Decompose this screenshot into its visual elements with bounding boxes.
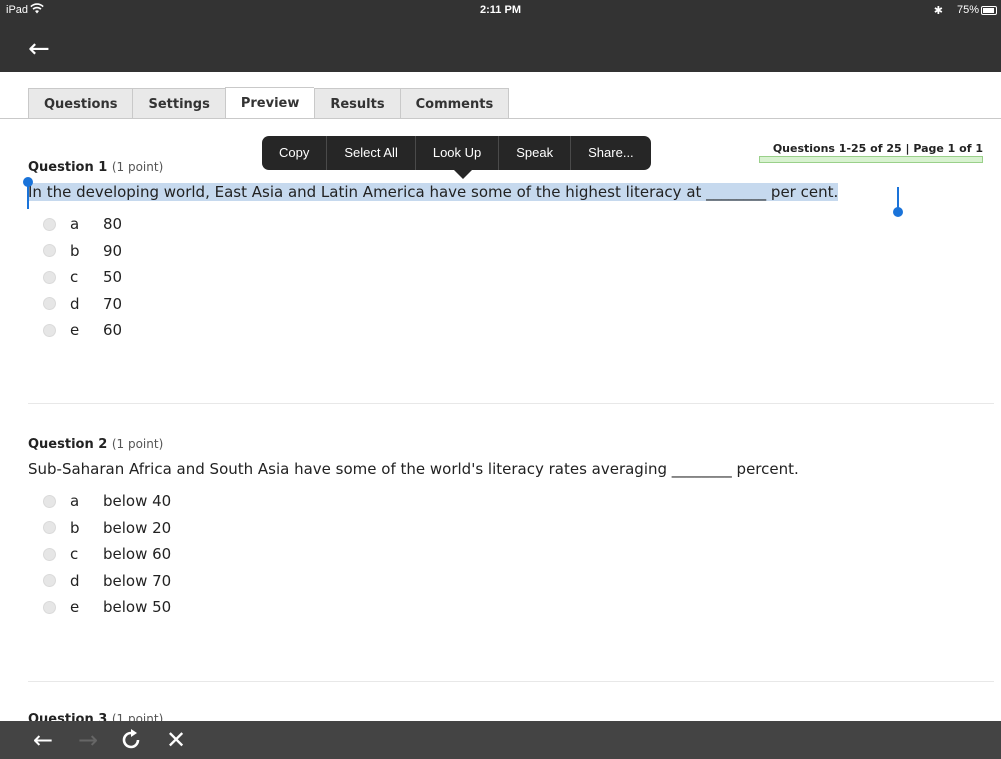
question-2: Question 2 (1 point) Sub-Saharan Africa … xyxy=(28,437,988,621)
option-b[interactable]: b 90 xyxy=(28,238,988,265)
tab-comments[interactable]: Comments xyxy=(399,88,510,119)
option-value: 90 xyxy=(103,241,123,260)
option-letter: a xyxy=(70,492,80,511)
share-menu-item[interactable]: Share... xyxy=(570,136,651,170)
option-value: below 50 xyxy=(103,598,172,617)
question-text-selected[interactable]: In the developing world, East Asia and L… xyxy=(28,183,839,201)
option-a[interactable]: a 80 xyxy=(28,211,988,238)
radio-button[interactable] xyxy=(43,217,56,231)
option-letter: e xyxy=(70,321,80,340)
tab-settings[interactable]: Settings xyxy=(132,88,225,119)
option-letter: c xyxy=(70,545,79,564)
look-up-menu-item[interactable]: Look Up xyxy=(414,136,498,170)
selection-end-caret xyxy=(897,187,899,209)
status-bar: iPad 2:11 PM ✱ 75% xyxy=(0,0,1001,20)
option-value: below 60 xyxy=(103,545,172,564)
radio-button[interactable] xyxy=(43,574,56,588)
option-value: 80 xyxy=(103,215,123,234)
option-letter: b xyxy=(70,518,80,537)
select-all-menu-item[interactable]: Select All xyxy=(326,136,414,170)
option-d[interactable]: d 70 xyxy=(28,291,988,318)
browser-toolbar: ← → ✕ xyxy=(0,721,1001,759)
question-1: Question 1 (1 point) In the developing w… xyxy=(28,160,988,344)
option-e[interactable]: e 60 xyxy=(28,317,988,344)
option-value: below 70 xyxy=(103,571,172,590)
bluetooth-icon: ✱ xyxy=(933,5,943,17)
radio-button[interactable] xyxy=(43,600,56,614)
option-letter: a xyxy=(70,215,80,234)
copy-menu-item[interactable]: Copy xyxy=(262,136,326,170)
radio-button[interactable] xyxy=(43,244,56,258)
tab-questions[interactable]: Questions xyxy=(28,88,133,119)
selection-start-caret xyxy=(27,185,29,209)
radio-button[interactable] xyxy=(43,521,56,535)
speak-menu-item[interactable]: Speak xyxy=(498,136,570,170)
option-d[interactable]: d below 70 xyxy=(28,568,988,595)
tab-preview[interactable]: Preview xyxy=(224,87,315,119)
radio-button[interactable] xyxy=(43,297,56,311)
options-list: a below 40 b below 20 c below 60 d below 70 … xyxy=(28,488,988,621)
question-label: Question 2 xyxy=(28,437,108,452)
radio-button[interactable] xyxy=(43,270,56,284)
battery-icon xyxy=(981,6,997,15)
reload-icon[interactable] xyxy=(120,729,142,756)
text-selection-menu: Copy Select All Look Up Speak Share... xyxy=(262,136,651,179)
browser-back-icon[interactable]: ← xyxy=(33,727,53,753)
option-value: 70 xyxy=(103,294,123,313)
option-value: below 20 xyxy=(103,518,172,537)
question-divider xyxy=(28,403,994,404)
question-divider xyxy=(28,681,994,682)
option-e[interactable]: e below 50 xyxy=(28,594,988,621)
option-c[interactable]: c below 60 xyxy=(28,541,988,568)
tab-bar: Questions Settings Preview Results Comme… xyxy=(28,87,510,119)
question-text: Sub-Saharan Africa and South Asia have s… xyxy=(28,460,799,478)
option-a[interactable]: a below 40 xyxy=(28,488,988,515)
option-b[interactable]: b below 20 xyxy=(28,515,988,542)
browser-forward-icon: → xyxy=(78,726,99,754)
battery-percent: 75% xyxy=(956,4,979,16)
option-letter: d xyxy=(70,294,80,313)
top-bar: iPad 2:11 PM ✱ 75% ← xyxy=(0,0,1001,72)
tab-results[interactable]: Results xyxy=(314,88,400,119)
question-label: Question 1 xyxy=(28,160,108,175)
option-letter: b xyxy=(70,241,80,260)
option-value: below 40 xyxy=(103,492,172,511)
option-c[interactable]: c 50 xyxy=(28,264,988,291)
pager-text: Questions 1-25 of 25 | Page 1 of 1 xyxy=(772,142,983,155)
radio-button[interactable] xyxy=(43,494,56,508)
clock: 2:11 PM xyxy=(480,4,521,16)
option-letter: d xyxy=(70,571,80,590)
option-value: 60 xyxy=(103,321,123,340)
radio-button[interactable] xyxy=(43,323,56,337)
radio-button[interactable] xyxy=(43,547,56,561)
selection-end-handle[interactable] xyxy=(893,207,903,217)
close-icon[interactable]: ✕ xyxy=(166,727,186,753)
question-points: (1 point) xyxy=(111,160,164,174)
back-arrow-icon[interactable]: ← xyxy=(28,36,50,62)
option-letter: c xyxy=(70,268,79,287)
tab-divider xyxy=(0,118,1001,119)
option-letter: e xyxy=(70,598,80,617)
question-points: (1 point) xyxy=(111,437,164,451)
option-value: 50 xyxy=(103,268,123,287)
options-list: a 80 b 90 c 50 d 70 e 60 xyxy=(28,211,988,344)
question-header: Question 2 (1 point) xyxy=(28,437,988,452)
menu-pointer xyxy=(454,170,472,179)
